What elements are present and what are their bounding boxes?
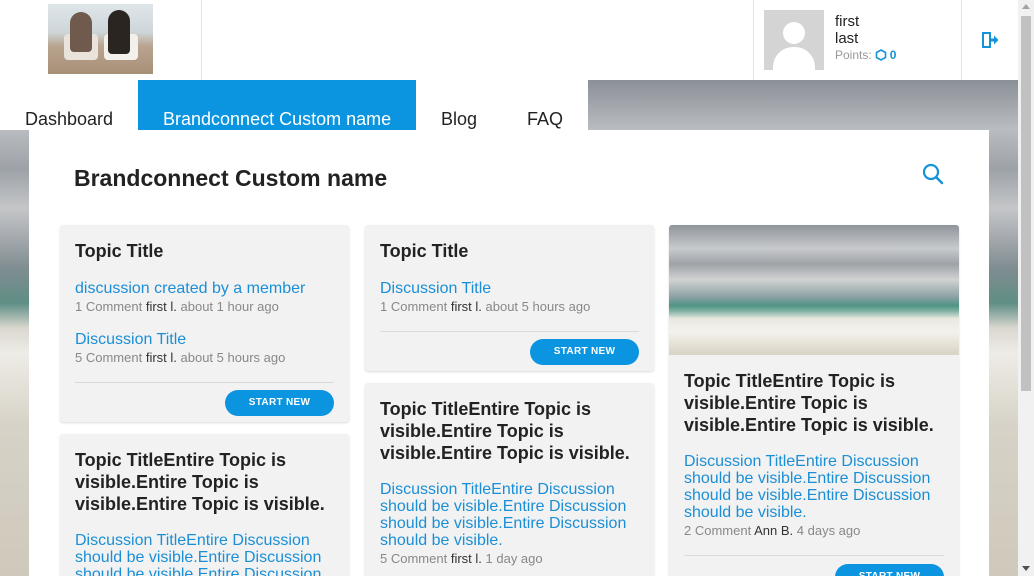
start-new-button[interactable]: START NEW (225, 390, 334, 416)
user-first-name: first (835, 13, 860, 30)
comment-count: 1 Comment (75, 299, 143, 314)
discussion-meta: 1 Comment first l. about 5 hours ago (380, 299, 640, 315)
card-divider (75, 382, 334, 383)
discussion-author: first l. (450, 551, 482, 566)
topic-title[interactable]: Topic TitleEntire Topic is visible.Entir… (684, 370, 944, 436)
nav-item-faq[interactable]: FAQ (502, 80, 588, 130)
topic-card: Topic TitleEntire Topic is visible.Entir… (365, 383, 654, 576)
discussion-title[interactable]: Discussion TitleEntire Discussion should… (380, 481, 640, 549)
user-last-name: last (835, 30, 859, 47)
card-divider (380, 331, 639, 332)
avatar[interactable] (764, 10, 824, 70)
points-label: Points: (835, 48, 872, 62)
nav-item-dashboard[interactable]: Dashboard (0, 80, 138, 130)
discussion-title[interactable]: discussion created by a member (75, 280, 335, 297)
discussion-time: 1 day ago (485, 551, 543, 566)
discussion-author: first l. (145, 350, 177, 365)
discussion-item: Discussion Title 5 Comment first l. abou… (75, 331, 335, 366)
page-scrollbar[interactable] (1018, 0, 1034, 576)
scroll-up-arrow[interactable] (1022, 4, 1030, 9)
discussion-time: about 5 hours ago (180, 350, 286, 365)
discussion-item: discussion created by a member 1 Comment… (75, 280, 335, 315)
discussion-title[interactable]: Discussion Title (75, 331, 335, 348)
main-nav: Dashboard Brandconnect Custom name Blog … (0, 80, 588, 130)
discussion-time: about 1 hour ago (180, 299, 279, 314)
start-new-button[interactable]: START NEW (835, 564, 944, 576)
comment-count: 1 Comment (380, 299, 448, 314)
header-divider (753, 0, 754, 80)
discussion-title[interactable]: Discussion TitleEntire Discussion should… (75, 532, 335, 576)
topic-card: Topic Title Discussion Title 1 Comment f… (365, 225, 654, 371)
topic-title[interactable]: Topic Title (75, 240, 163, 262)
topic-title[interactable]: Topic TitleEntire Topic is visible.Entir… (380, 398, 640, 464)
topic-title[interactable]: Topic Title (380, 240, 468, 262)
topic-card: Topic TitleEntire Topic is visible.Entir… (60, 434, 349, 576)
header-divider (201, 0, 202, 80)
scrollbar-thumb[interactable] (1021, 16, 1031, 391)
discussion-meta: 5 Comment first l. 1 day ago (380, 551, 640, 567)
discussion-item: Discussion Title 1 Comment first l. abou… (380, 280, 640, 315)
page-title: Brandconnect Custom name (74, 165, 388, 191)
start-new-button[interactable]: START NEW (530, 339, 639, 365)
discussion-time: 4 days ago (796, 523, 861, 538)
header-divider (961, 0, 962, 80)
discussion-item: Discussion TitleEntire Discussion should… (684, 453, 944, 539)
discussion-item: Discussion TitleEntire Discussion should… (380, 481, 640, 567)
card-divider (684, 555, 944, 556)
discussion-time: about 5 hours ago (485, 299, 591, 314)
discussion-meta: 2 Comment Ann B. 4 days ago (684, 523, 944, 539)
comment-count: 5 Comment (75, 350, 143, 365)
logout-icon[interactable] (981, 31, 999, 49)
nav-item-brandconnect[interactable]: Brandconnect Custom name (138, 80, 416, 130)
topic-card: Topic Title discussion created by a memb… (60, 225, 349, 422)
discussion-title[interactable]: Discussion TitleEntire Discussion should… (684, 453, 944, 521)
topic-card: Topic TitleEntire Topic is visible.Entir… (669, 225, 959, 576)
comment-count: 5 Comment (380, 551, 448, 566)
discussion-meta: 5 Comment first l. about 5 hours ago (75, 350, 335, 366)
discussion-author: Ann B. (754, 523, 794, 538)
discussion-meta: 1 Comment first l. about 1 hour ago (75, 299, 335, 315)
discussion-title[interactable]: Discussion Title (380, 280, 640, 297)
header: first last Points: 0 (0, 0, 1018, 80)
points-value: 0 (889, 48, 897, 62)
scroll-down-arrow[interactable] (1022, 566, 1030, 571)
topic-title[interactable]: Topic TitleEntire Topic is visible.Entir… (75, 449, 335, 515)
discussion-author: first l. (145, 299, 177, 314)
main-panel: Brandconnect Custom name Topic Title dis… (29, 130, 989, 576)
discussion-item: Discussion TitleEntire Discussion should… (75, 532, 335, 576)
discussion-author: first l. (450, 299, 482, 314)
nav-item-blog[interactable]: Blog (416, 80, 502, 130)
points-icon (875, 49, 886, 61)
brand-logo[interactable] (48, 4, 153, 74)
user-points: Points: 0 (835, 48, 896, 62)
comment-count: 2 Comment (684, 523, 752, 538)
search-icon[interactable] (922, 163, 944, 185)
topic-cover-image[interactable] (669, 225, 959, 355)
